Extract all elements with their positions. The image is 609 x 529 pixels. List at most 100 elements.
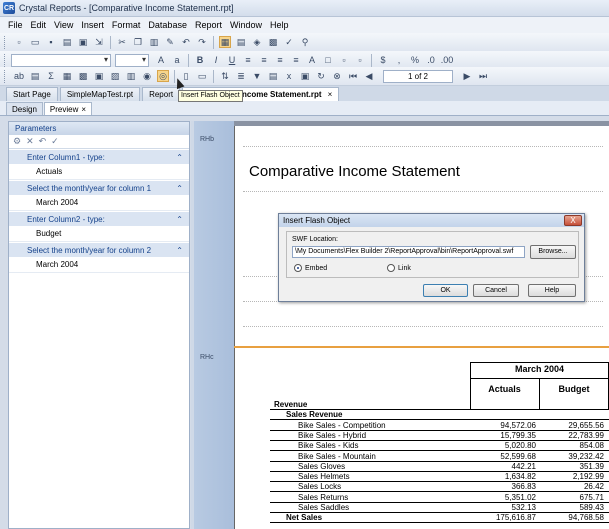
font-name-combo[interactable]: [11, 53, 111, 67]
parameter-value[interactable]: Actuals: [9, 164, 189, 180]
increase-decimals-icon[interactable]: .0: [425, 54, 437, 66]
decrease-decimals-icon[interactable]: .00: [441, 54, 454, 66]
lock-format-icon[interactable]: ▫: [354, 54, 366, 66]
increase-font-icon[interactable]: A: [155, 54, 167, 66]
close-tab-icon[interactable]: ×: [328, 90, 333, 99]
insert-subreport-icon[interactable]: ▣: [93, 70, 105, 82]
database-expert-icon[interactable]: ▣: [299, 70, 311, 82]
next-page-icon[interactable]: ▶: [461, 70, 473, 82]
font-size-combo[interactable]: [115, 53, 149, 67]
insert-summary-icon[interactable]: Σ: [45, 70, 57, 82]
menu-report[interactable]: Report: [195, 20, 222, 30]
menu-help[interactable]: Help: [270, 20, 289, 30]
undo-icon[interactable]: ↶: [180, 36, 192, 48]
parameter-prompt[interactable]: Enter Column2 - type: ⌃: [9, 211, 189, 226]
currency-icon[interactable]: $: [377, 54, 389, 66]
parameter-value[interactable]: March 2004: [9, 195, 189, 211]
insert-group-icon[interactable]: ▤: [29, 70, 41, 82]
insert-box-icon[interactable]: ▭: [196, 70, 208, 82]
insert-cross-tab-icon[interactable]: ▦: [61, 70, 73, 82]
parameter-value[interactable]: March 2004: [9, 257, 189, 273]
dialog-close-button[interactable]: X: [564, 215, 582, 226]
italic-icon[interactable]: I: [210, 54, 222, 66]
parameter-value[interactable]: Budget: [9, 226, 189, 242]
parameter-prompt[interactable]: Select the month/year for column 1 ⌃: [9, 180, 189, 195]
parameter-prompt[interactable]: Select the month/year for column 2 ⌃: [9, 242, 189, 257]
section-expert-icon[interactable]: ▤: [267, 70, 279, 82]
select-expert-icon[interactable]: ▼: [251, 70, 263, 82]
format-painter-icon[interactable]: ✎: [164, 36, 176, 48]
font-color-icon[interactable]: A: [306, 54, 318, 66]
help-button[interactable]: Help: [528, 284, 576, 297]
paste-icon[interactable]: ▥: [148, 36, 160, 48]
field-explorer-icon[interactable]: ▤: [235, 36, 247, 48]
tab-preview[interactable]: Preview ×: [43, 102, 93, 115]
copy-icon[interactable]: ❐: [132, 36, 144, 48]
underline-icon[interactable]: U: [226, 54, 238, 66]
menu-file[interactable]: File: [8, 20, 23, 30]
embed-radio[interactable]: Embed: [294, 264, 327, 272]
tab-simplemaptest[interactable]: SimpleMapTest.rpt: [59, 87, 141, 101]
insert-olap-grid-icon[interactable]: ▩: [77, 70, 89, 82]
tab-start-page[interactable]: Start Page: [6, 87, 58, 101]
parameter-prompt[interactable]: Enter Column1 - type: ⌃: [9, 149, 189, 164]
insert-map-icon[interactable]: ◉: [141, 70, 153, 82]
menu-database[interactable]: Database: [148, 20, 187, 30]
print-icon[interactable]: ▤: [61, 36, 73, 48]
align-right-icon[interactable]: ≡: [274, 54, 286, 66]
dependency-checker-icon[interactable]: ✓: [283, 36, 295, 48]
toolbar-grip[interactable]: [4, 35, 7, 49]
section-label-rhb[interactable]: RHb: [200, 136, 214, 143]
swf-location-input[interactable]: \My Documents\Flex Builder 2\ReportAppro…: [292, 246, 525, 258]
last-page-icon[interactable]: ⏭: [477, 70, 489, 82]
toolbar-grip[interactable]: [4, 69, 7, 83]
align-center-icon[interactable]: ≡: [258, 54, 270, 66]
report-explorer-icon[interactable]: ◈: [251, 36, 263, 48]
insert-text-object-icon[interactable]: ab: [13, 70, 25, 82]
stop-icon[interactable]: ⊗: [331, 70, 343, 82]
section-label-rhc[interactable]: RHc: [200, 354, 214, 361]
border-icon[interactable]: □: [322, 54, 334, 66]
insert-picture-icon[interactable]: ▨: [109, 70, 121, 82]
thousands-icon[interactable]: ,: [393, 54, 405, 66]
save-icon[interactable]: ▪: [45, 36, 57, 48]
apply-parameter-icon[interactable]: ✓: [51, 136, 59, 147]
collapse-icon[interactable]: ⌃: [176, 212, 183, 227]
toolbar-grip[interactable]: [4, 53, 7, 67]
tab-design[interactable]: Design: [6, 102, 43, 115]
suppress-icon[interactable]: ▫: [338, 54, 350, 66]
formula-workshop-icon[interactable]: x: [283, 70, 295, 82]
new-icon[interactable]: ▫: [13, 36, 25, 48]
menu-format[interactable]: Format: [112, 20, 141, 30]
justify-icon[interactable]: ≡: [290, 54, 302, 66]
first-page-icon[interactable]: ⏮: [347, 70, 359, 82]
tab-report[interactable]: Report: [142, 87, 181, 101]
menu-window[interactable]: Window: [230, 20, 262, 30]
edit-parameter-icon[interactable]: ⚙: [13, 136, 21, 147]
align-left-icon[interactable]: ≡: [242, 54, 254, 66]
cut-icon[interactable]: ✂: [116, 36, 128, 48]
percent-icon[interactable]: %: [409, 54, 421, 66]
link-radio[interactable]: Link: [387, 264, 411, 272]
repository-explorer-icon[interactable]: ▩: [267, 36, 279, 48]
delete-parameter-icon[interactable]: ✕: [26, 136, 34, 147]
previous-page-icon[interactable]: ◀: [363, 70, 375, 82]
ok-button[interactable]: OK: [423, 284, 468, 297]
insert-flash-object-icon[interactable]: ◎: [157, 70, 169, 82]
browse-button[interactable]: Browse...: [530, 245, 576, 259]
redo-icon[interactable]: ↷: [196, 36, 208, 48]
bold-icon[interactable]: B: [194, 54, 206, 66]
insert-chart-icon[interactable]: ▥: [125, 70, 137, 82]
export-icon[interactable]: ⇲: [93, 36, 105, 48]
menu-edit[interactable]: Edit: [31, 20, 47, 30]
print-preview-icon[interactable]: ▣: [77, 36, 89, 48]
find-icon[interactable]: ⚲: [299, 36, 311, 48]
collapse-icon[interactable]: ⌃: [176, 181, 183, 196]
cancel-button[interactable]: Cancel: [473, 284, 519, 297]
close-preview-icon[interactable]: ×: [81, 105, 86, 114]
collapse-icon[interactable]: ⌃: [176, 150, 183, 165]
menu-insert[interactable]: Insert: [81, 20, 104, 30]
decrease-font-icon[interactable]: a: [171, 54, 183, 66]
page-number-box[interactable]: 1 of 2: [383, 69, 453, 83]
collapse-icon[interactable]: ⌃: [176, 243, 183, 258]
